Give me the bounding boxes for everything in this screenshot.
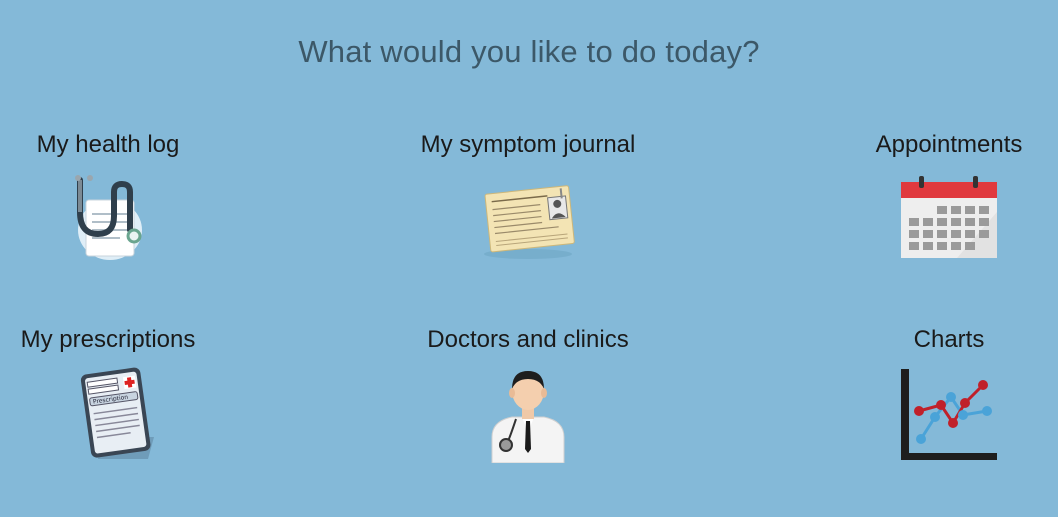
tile-charts[interactable]: Charts [819, 325, 1058, 463]
tile-label: Charts [913, 326, 985, 353]
line-chart-icon [899, 367, 999, 463]
calendar-icon [899, 172, 999, 268]
tile-label: Doctors and clinics [427, 326, 629, 353]
stethoscope-document-icon [58, 172, 158, 268]
tile-label: My prescriptions [20, 326, 196, 353]
tile-my-health-log[interactable]: My health log [0, 130, 238, 268]
tile-appointments[interactable]: Appointments [819, 130, 1058, 268]
tile-label: Appointments [875, 131, 1023, 158]
prescription-clipboard-icon: Prescription [58, 367, 158, 463]
page-title: What would you like to do today? [298, 34, 760, 69]
tile-my-symptom-journal[interactable]: My symptom journal [398, 130, 658, 268]
doctor-icon [478, 367, 578, 463]
tile-doctors-and-clinics[interactable]: Doctors and clinics [398, 325, 658, 463]
tile-label: My symptom journal [420, 131, 636, 158]
id-card-journal-icon [478, 172, 578, 268]
tile-my-prescriptions[interactable]: My prescriptions Prescription [0, 325, 238, 463]
tile-label: My health log [36, 131, 180, 158]
